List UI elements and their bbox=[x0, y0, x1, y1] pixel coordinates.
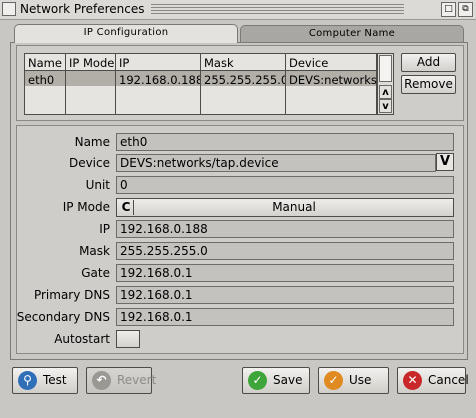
unit-field[interactable]: 0 bbox=[116, 176, 454, 194]
use-button-label: Use bbox=[349, 373, 372, 387]
cancel-x-icon: ✕ bbox=[403, 371, 422, 390]
autostart-checkbox[interactable] bbox=[116, 330, 140, 348]
revert-icon: ↶ bbox=[92, 371, 111, 390]
add-button[interactable]: Add bbox=[401, 53, 456, 72]
autostart-label: Autostart bbox=[54, 332, 110, 346]
cancel-button[interactable]: ✕ Cancel bbox=[397, 367, 469, 394]
ip-mode-value: Manual bbox=[272, 200, 316, 214]
secondary-dns-label: Secondary DNS bbox=[16, 310, 110, 324]
ip-mode-cycle[interactable]: C Manual bbox=[116, 198, 454, 217]
primary-dns-field[interactable]: 192.168.0.1 bbox=[116, 286, 454, 304]
column-header-device[interactable]: Device bbox=[289, 56, 328, 70]
column-ip-mode: IP Mode bbox=[66, 54, 116, 114]
scrollbar-thumb[interactable] bbox=[379, 55, 392, 82]
secondary-dns-field[interactable]: 192.168.0.1 bbox=[116, 308, 454, 326]
interface-list-scrollbar[interactable]: ʌ v bbox=[377, 53, 394, 115]
magnifier-icon: ⚲ bbox=[18, 371, 37, 390]
header-divider bbox=[25, 70, 376, 71]
use-checkmark-icon: ✓ bbox=[324, 371, 343, 390]
title-bar[interactable]: Network Preferences □ ⧉ bbox=[0, 0, 476, 20]
test-button-label: Test bbox=[43, 373, 67, 387]
use-button[interactable]: ✓ Use bbox=[318, 367, 389, 394]
cell-name: eth0 bbox=[28, 73, 55, 87]
column-header-ip[interactable]: IP bbox=[119, 56, 129, 70]
ip-field[interactable]: 192.168.0.188 bbox=[116, 220, 454, 238]
checkmark-icon: ✓ bbox=[248, 371, 267, 390]
remove-button[interactable]: Remove bbox=[401, 75, 456, 94]
device-field[interactable]: DEVS:networks/tap.device bbox=[116, 154, 436, 172]
ip-mode-label: IP Mode bbox=[62, 200, 110, 214]
close-gadget[interactable] bbox=[2, 2, 16, 16]
title-bar-texture bbox=[150, 4, 404, 14]
column-header-name[interactable]: Name bbox=[28, 56, 62, 70]
device-popup-icon[interactable]: V bbox=[436, 153, 454, 171]
tab-computer-name[interactable]: Computer Name bbox=[240, 25, 464, 42]
device-label: Device bbox=[68, 156, 110, 170]
gate-field[interactable]: 192.168.0.1 bbox=[116, 264, 454, 282]
primary-dns-label: Primary DNS bbox=[33, 288, 110, 302]
iconify-icon[interactable]: □ bbox=[441, 2, 456, 17]
window-title: Network Preferences bbox=[20, 2, 151, 16]
cell-ip: 192.168.0.188 bbox=[119, 73, 200, 87]
revert-button[interactable]: ↶ Revert bbox=[86, 367, 156, 394]
column-header-mask[interactable]: Mask bbox=[204, 56, 234, 70]
cancel-button-label: Cancel bbox=[428, 373, 469, 387]
unit-label: Unit bbox=[85, 178, 110, 192]
network-preferences-window: Network Preferences □ ⧉ IP Configuration… bbox=[0, 0, 476, 418]
mask-field[interactable]: 255.255.255.0 bbox=[116, 242, 454, 260]
gate-label: Gate bbox=[81, 266, 110, 280]
save-button-label: Save bbox=[273, 373, 303, 387]
interface-list[interactable]: Name IP Mode IP Mask Device eth0 192.168… bbox=[24, 53, 377, 115]
mask-label: Mask bbox=[79, 244, 110, 258]
scroll-up-icon[interactable]: ʌ bbox=[379, 85, 392, 99]
scroll-down-icon[interactable]: v bbox=[379, 99, 392, 113]
cell-mask: 255.255.255.0 bbox=[204, 73, 285, 87]
tab-ip-configuration[interactable]: IP Configuration bbox=[14, 24, 238, 43]
zoom-icon[interactable]: ⧉ bbox=[458, 2, 473, 17]
column-header-ip-mode[interactable]: IP Mode bbox=[69, 56, 114, 70]
name-label: Name bbox=[74, 135, 110, 149]
cycle-icon: C bbox=[119, 200, 134, 215]
cell-device: DEVS:networks/tap.device bbox=[289, 73, 377, 87]
ip-label: IP bbox=[99, 222, 110, 236]
save-button[interactable]: ✓ Save bbox=[242, 367, 310, 394]
test-button[interactable]: ⚲ Test bbox=[12, 367, 78, 394]
revert-button-label: Revert bbox=[117, 373, 157, 387]
name-field[interactable]: eth0 bbox=[116, 133, 454, 151]
